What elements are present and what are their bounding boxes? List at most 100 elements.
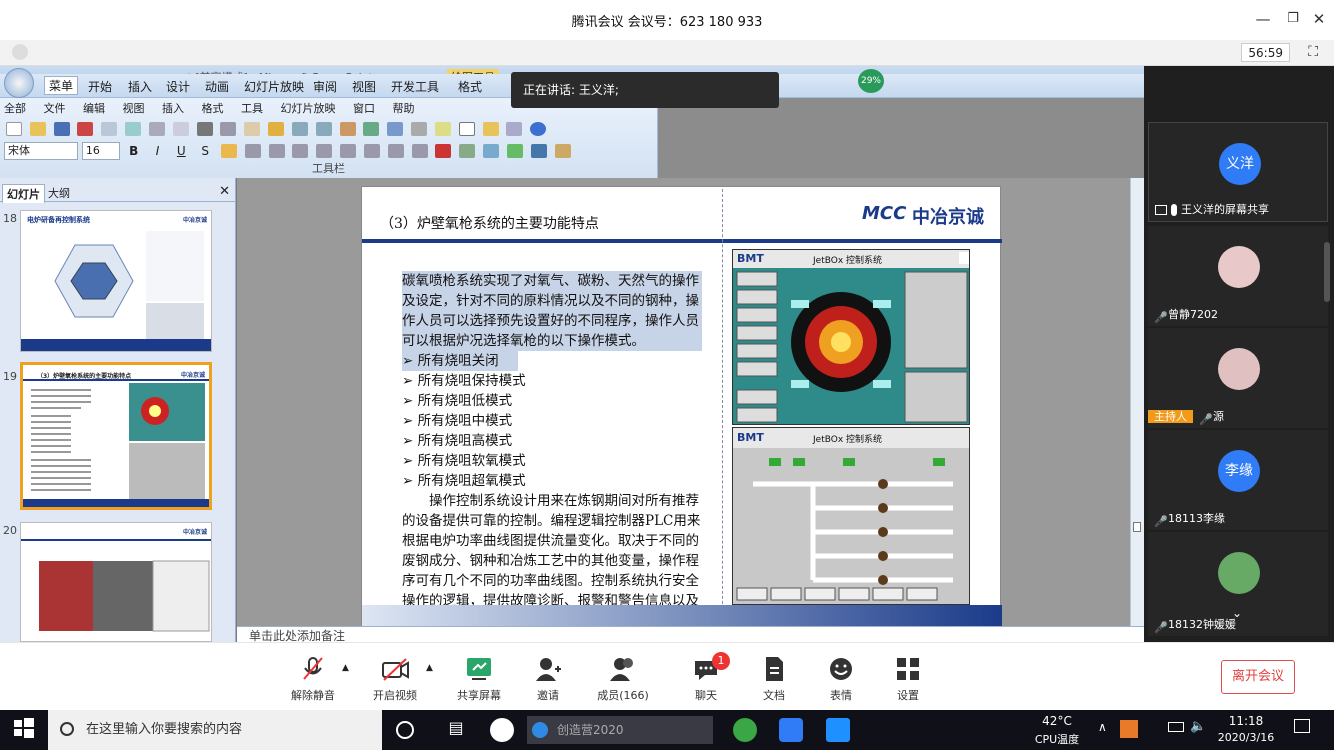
battery-icon[interactable] [1168, 722, 1184, 732]
fill-color-icon[interactable] [506, 144, 523, 158]
volume-icon[interactable]: 🔈 [1190, 719, 1206, 734]
tab-insert[interactable]: 插入 [128, 78, 152, 95]
save-icon[interactable] [53, 122, 70, 136]
app-icon[interactable] [490, 718, 514, 742]
format-painter-icon[interactable] [268, 122, 285, 136]
tab-outline[interactable]: 大纲 [44, 184, 74, 202]
slide-scrollbar[interactable] [1130, 178, 1144, 626]
effects-icon[interactable] [554, 144, 571, 158]
panel-close-icon[interactable]: ✕ [219, 184, 230, 199]
office-button-icon[interactable] [4, 68, 34, 98]
settings-button[interactable]: 设置 [873, 655, 943, 703]
participant-card[interactable]: 🎤18132钟媛媛 ⌄ [1148, 532, 1328, 636]
open-icon[interactable] [29, 122, 46, 136]
tab-format[interactable]: 格式 [458, 78, 482, 95]
align-center-icon[interactable] [244, 144, 261, 158]
menu-format[interactable]: 格式 [202, 102, 224, 115]
research-icon[interactable] [172, 122, 189, 136]
tab-view[interactable]: 视图 [352, 78, 376, 95]
layout-icon[interactable] [459, 144, 476, 158]
font-grow-icon[interactable] [387, 144, 404, 158]
font-color-icon[interactable] [435, 144, 452, 158]
taskbar-search-input[interactable]: 在这里输入你要搜索的内容 [48, 710, 382, 750]
share-screen-button[interactable]: 共享屏幕 [444, 655, 514, 703]
new-icon[interactable] [6, 122, 22, 136]
numbering-icon[interactable] [340, 144, 357, 158]
menu-tools[interactable]: 工具 [241, 102, 263, 115]
menu-file[interactable]: 文件 [44, 102, 66, 115]
redo-icon[interactable] [315, 122, 332, 136]
tab-slides[interactable]: 幻灯片 [2, 184, 45, 203]
participant-card[interactable]: 义洋 王义洋的屏幕共享 [1148, 122, 1328, 222]
tab-home[interactable]: 开始 [88, 78, 112, 95]
font-box-icon[interactable] [458, 122, 475, 136]
task-view-icon[interactable]: ▤ [444, 718, 468, 742]
font-name-select[interactable]: 宋体 [4, 142, 78, 160]
menu-window[interactable]: 窗口 [353, 102, 375, 115]
paste-icon[interactable] [244, 122, 261, 136]
chat-button[interactable]: 聊天 [671, 655, 741, 703]
invite-button[interactable]: 邀请 [513, 655, 583, 703]
menu-slideshow[interactable]: 幻灯片放映 [281, 102, 336, 115]
menu-edit[interactable]: 编辑 [83, 102, 105, 115]
print-icon[interactable] [101, 122, 118, 136]
columns-icon[interactable] [316, 144, 333, 158]
video-button[interactable]: 开启视频 [360, 655, 430, 703]
unmute-button[interactable]: 解除静音 [278, 655, 348, 703]
chart-icon[interactable] [339, 122, 356, 136]
tab-animation[interactable]: 动画 [205, 78, 229, 95]
tab-design[interactable]: 设计 [166, 78, 190, 95]
menu-view[interactable]: 视图 [123, 102, 145, 115]
spelling-icon[interactable] [148, 122, 165, 136]
documents-button[interactable]: 文档 [739, 655, 809, 703]
participant-card[interactable]: 🎤曾静7202 [1148, 226, 1328, 326]
app-green-icon[interactable] [733, 718, 757, 742]
tencent-meeting-icon[interactable] [779, 718, 803, 742]
menu-all[interactable]: 全部 [4, 102, 26, 115]
table-icon[interactable] [363, 122, 380, 136]
justify-icon[interactable] [292, 144, 309, 158]
scroll-thumb[interactable] [1133, 522, 1141, 532]
menu-help[interactable]: 帮助 [393, 102, 415, 115]
underline-icon[interactable]: U [173, 144, 189, 158]
textbox-icon[interactable] [434, 122, 451, 136]
notification-icon[interactable] [1294, 719, 1310, 733]
fullscreen-icon[interactable]: ⛶ [1308, 44, 1318, 60]
tray-app-icon[interactable] [1120, 720, 1138, 738]
line-color-icon[interactable] [530, 144, 547, 158]
members-button[interactable]: 成员(166) [588, 655, 658, 703]
leave-meeting-button[interactable]: 离开会议 [1221, 660, 1295, 694]
tray-chevron-icon[interactable]: ∧ [1098, 720, 1107, 734]
reactions-button[interactable]: 表情 [806, 655, 876, 703]
slide-thumb-19-selected[interactable]: （3）炉壁氧枪系统的主要功能特点 中冶京诚 [20, 362, 212, 510]
chevron-down-icon[interactable]: ⌄ [1232, 606, 1242, 620]
copy-icon[interactable] [220, 122, 237, 136]
picture-icon[interactable] [387, 122, 404, 136]
font-size-select[interactable]: 16 [81, 142, 120, 160]
participant-card[interactable]: 主持人 🎤源 [1148, 328, 1328, 428]
folder-icon[interactable] [482, 122, 499, 136]
shadow-icon[interactable]: S [197, 144, 213, 158]
slide-thumb-20[interactable]: 中冶京诚 [20, 522, 212, 642]
grid-icon[interactable] [411, 122, 428, 136]
participants-scrollbar[interactable] [1324, 242, 1330, 302]
menu-insert[interactable]: 插入 [162, 102, 184, 115]
notes-pane[interactable]: 单击此处添加备注 [237, 626, 1144, 642]
font-shrink-icon[interactable] [411, 144, 428, 158]
align-left-icon[interactable] [220, 144, 237, 158]
bullets-icon[interactable] [363, 144, 380, 158]
minimize-icon[interactable]: — [1248, 8, 1278, 30]
tab-developer[interactable]: 开发工具 [391, 78, 439, 95]
help-icon[interactable] [530, 122, 547, 136]
slide-thumb-18[interactable]: 电炉研备再控制系统 中冶京诚 [20, 210, 212, 352]
bold-icon[interactable]: B [126, 144, 142, 158]
permission-icon[interactable] [77, 122, 94, 136]
browser-taskbar-item[interactable]: 创造营2020 [527, 716, 713, 744]
mic-options-icon[interactable]: ▲ [342, 663, 349, 673]
shield-icon[interactable] [12, 44, 28, 60]
tab-review[interactable]: 审阅 [313, 78, 337, 95]
align-right-icon[interactable] [268, 144, 285, 158]
shapes-icon[interactable] [483, 144, 500, 158]
cortana-icon[interactable] [396, 721, 414, 739]
cut-icon[interactable] [196, 122, 213, 136]
